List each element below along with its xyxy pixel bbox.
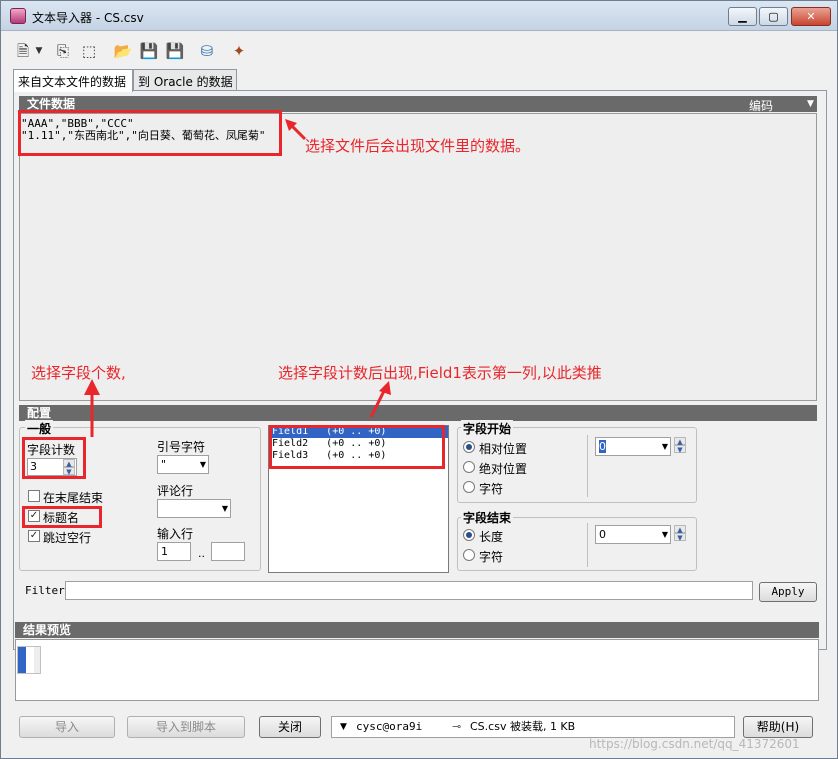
filter-label: Filter <box>25 584 65 597</box>
help-button[interactable]: 帮助(H) <box>743 716 813 738</box>
wand-icon[interactable]: ✦ <box>229 41 249 61</box>
skip-blank-checkbox[interactable]: ✓ <box>28 530 40 542</box>
minimize-button[interactable]: ▁ <box>728 7 757 26</box>
chevron-down-icon: ▼ <box>661 530 668 539</box>
select-icon[interactable]: ⬚ <box>79 41 99 61</box>
tab-text-file-data[interactable]: 来自文本文件的数据 <box>13 69 133 92</box>
load-status: CS.csv 被装载, 1 KB <box>470 720 576 733</box>
input-row-separator: .. <box>198 547 205 560</box>
field-end-radio-char[interactable] <box>463 549 475 561</box>
file-data-area[interactable]: "AAA","BBB","CCC" "1.11","东西南北","向日葵、葡萄花… <box>19 113 817 401</box>
status-bar: ▼ cysc@ora9i ⊸ CS.csv 被装载, 1 KB <box>331 716 735 738</box>
field-start-radio-char[interactable] <box>463 481 475 493</box>
annotation-field-list-note: 选择字段计数后出现,Field1表示第一列,以此类推 <box>278 364 602 382</box>
general-group-title: 一般 <box>25 420 54 437</box>
toolbar: 🗎 ▼ ⎘ ⬚ 📂 💾 💾 ⛁ ✦ <box>7 37 827 65</box>
divider <box>587 523 588 567</box>
end-at-tail-checkbox[interactable] <box>28 490 40 502</box>
maximize-button[interactable]: ▢ <box>759 7 788 26</box>
chevron-down-icon: ▼ <box>661 442 668 451</box>
chevron-down-icon: ▼ <box>221 504 228 513</box>
encoding-dropdown-icon[interactable]: ▼ <box>807 99 814 109</box>
end-at-tail-label: 在末尾结束 <box>43 491 104 505</box>
field-start-title: 字段开始 <box>461 420 514 437</box>
annotation-box-field-count <box>22 437 86 479</box>
field-start-value-select[interactable]: 0 ▼ <box>595 437 671 456</box>
field-end-spinner[interactable]: ▲ ▼ <box>673 525 687 543</box>
field-end-value: 0 <box>599 528 606 541</box>
save-icon[interactable]: 💾 <box>165 41 185 61</box>
apply-button[interactable]: Apply <box>759 582 817 602</box>
quote-char-select[interactable]: " ▼ <box>157 455 209 474</box>
skip-blank-label: 跳过空行 <box>43 531 92 545</box>
text-importer-window: 文本导入器 - CS.csv ▁ ▢ ✕ 🗎 ▼ ⎘ ⬚ 📂 💾 💾 ⛁ ✦ 来… <box>0 0 838 759</box>
quote-char-value: " <box>161 458 167 471</box>
annotation-file-note: 选择文件后会出现文件里的数据。 <box>305 137 531 155</box>
field-end-option: 长度 <box>479 530 504 544</box>
spin-down-icon[interactable]: ▼ <box>674 533 686 542</box>
dropdown-arrow-icon[interactable]: ▼ <box>33 41 45 61</box>
title-bar: 文本导入器 - CS.csv ▁ ▢ ✕ <box>1 1 837 31</box>
preview-header: 结果预览 <box>15 622 819 638</box>
watermark: https://blog.csdn.net/qq_41372601 <box>589 737 800 751</box>
import-to-script-button[interactable]: 导入到脚本 <box>127 716 245 738</box>
annotation-arrow-icon <box>84 379 100 437</box>
result-preview-grid[interactable] <box>15 639 819 701</box>
input-row-to[interactable] <box>211 542 245 561</box>
import-button[interactable]: 导入 <box>19 716 115 738</box>
annotation-field-count-note: 选择字段个数, <box>31 364 126 382</box>
field-start-option: 绝对位置 <box>479 462 528 476</box>
field-start-option: 相对位置 <box>479 442 528 456</box>
preview-grid-cells <box>17 646 41 674</box>
input-row-from[interactable]: 1 <box>157 542 191 561</box>
field-end-title: 字段结束 <box>461 509 514 526</box>
field-end-option: 字符 <box>479 550 504 564</box>
spin-up-icon[interactable]: ▲ <box>674 437 686 446</box>
config-header-label: 配置 <box>27 406 52 420</box>
tab-oracle-data[interactable]: 到 Oracle 的数据 <box>133 69 237 91</box>
connection-dropdown-icon[interactable]: ▼ <box>340 717 347 737</box>
filter-input[interactable] <box>65 581 753 600</box>
field-start-radio-absolute[interactable] <box>463 461 475 473</box>
copy-icon[interactable]: ⎘ <box>53 41 73 61</box>
annotation-box-file <box>18 110 282 156</box>
save-disabled-icon: 💾 <box>139 42 159 60</box>
quote-char-label: 引号字符 <box>157 440 206 454</box>
new-file-icon[interactable]: 🗎 <box>13 41 33 61</box>
field-start-radio-relative[interactable] <box>463 441 475 453</box>
annotation-arrow-icon <box>369 381 391 418</box>
comment-row-label: 评论行 <box>157 484 194 498</box>
input-row-label: 输入行 <box>157 527 194 541</box>
field-end-value-select[interactable]: 0 ▼ <box>595 525 671 544</box>
connection-name[interactable]: cysc@ora9i <box>356 717 422 737</box>
chevron-down-icon: ▼ <box>199 460 206 469</box>
field-start-value: 0 <box>599 440 606 453</box>
annotation-box-title-name <box>22 506 102 528</box>
open-folder-icon[interactable]: 📂 <box>113 41 133 61</box>
window-title: 文本导入器 - CS.csv <box>32 11 144 25</box>
config-header: 配置 <box>19 405 817 421</box>
close-button[interactable]: 关闭 <box>259 716 321 738</box>
plug-icon: ⊸ <box>452 720 462 733</box>
spin-up-icon[interactable]: ▲ <box>674 525 686 534</box>
spin-down-icon[interactable]: ▼ <box>674 445 686 454</box>
close-window-button[interactable]: ✕ <box>791 7 831 26</box>
annotation-box-field-list <box>269 425 445 469</box>
field-end-radio-length[interactable] <box>463 529 475 541</box>
preview-header-label: 结果预览 <box>23 623 72 637</box>
file-data-header-label: 文件数据 <box>27 97 76 111</box>
field-start-option: 字符 <box>479 482 504 496</box>
field-start-spinner[interactable]: ▲ ▼ <box>673 437 687 455</box>
encoding-label[interactable]: 编码 <box>749 97 773 114</box>
annotation-arrow-icon <box>285 119 307 141</box>
database-icon[interactable]: ⛁ <box>197 41 217 61</box>
app-icon <box>10 8 26 24</box>
divider <box>587 435 588 497</box>
comment-row-select[interactable]: ▼ <box>157 499 231 518</box>
